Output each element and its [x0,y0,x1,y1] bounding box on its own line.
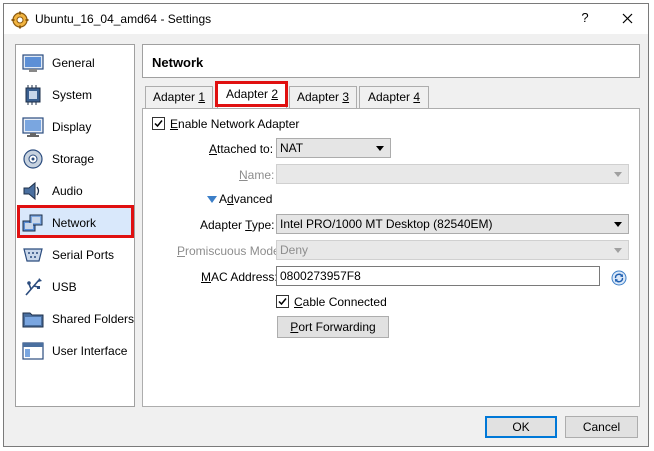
name-label: Name: [239,168,275,182]
user-interface-icon [22,342,44,360]
promiscuous-mode-select[interactable]: Deny [276,240,629,260]
audio-icon [23,181,40,201]
display-icon [22,117,44,137]
adapter-type-label: Adapter Type: [200,218,275,232]
usb-icon [25,278,42,296]
sidebar-item-user-interface[interactable]: User Interface [17,336,133,366]
sidebar-item-system[interactable]: System [17,80,133,110]
settings-dialog: Ubuntu_16_04_amd64 - Settings ? General [3,3,649,447]
virtualbox-settings-icon [11,11,29,29]
name-select[interactable] [276,164,629,184]
sidebar-item-general[interactable]: General [17,48,133,78]
shared-folders-icon [22,312,44,328]
tab-label-accel: 1 [198,90,206,104]
sidebar-item-label: Display [52,120,92,134]
tab-label-accel: 4 [413,90,421,104]
tab-label: Adapter [225,87,272,101]
tab-adapter-1[interactable]: Adapter 1 [145,86,213,108]
enable-adapter-checkbox[interactable] [152,117,165,130]
chevron-down-icon [614,172,622,177]
sidebar-item-usb[interactable]: USB [17,272,133,302]
serial-ports-icon [23,248,43,262]
checkmark-icon [154,120,163,128]
ok-button[interactable]: OK [485,416,557,438]
sidebar-item-label: USB [52,280,77,294]
chevron-down-icon [376,146,384,151]
sidebar-item-label: User Interface [52,344,128,358]
tab-label-accel: 3 [342,90,350,104]
page-title: Network [152,55,204,70]
sidebar-item-shared-folders[interactable]: Shared Folders [17,304,135,334]
sidebar-item-label: Network [52,216,97,230]
promiscuous-mode-value: Deny [280,243,309,257]
port-forwarding-button[interactable]: Port Forwarding [277,316,389,338]
sidebar-item-label: General [52,56,95,70]
advanced-expand-arrow-icon[interactable] [207,196,217,203]
attached-to-select[interactable]: NAT [276,138,391,158]
checkmark-icon [278,298,287,306]
attached-to-value: NAT [280,141,304,155]
refresh-mac-icon[interactable] [611,270,627,286]
tab-label: Adapter [367,90,414,104]
sidebar-item-network[interactable]: Network [17,208,133,238]
cable-connected-label: Cable Connected [294,295,387,309]
general-icon [22,54,44,72]
close-button[interactable] [618,8,638,28]
adapter-type-select[interactable]: Intel PRO/1000 MT Desktop (82540EM) [276,214,629,234]
chevron-down-icon [614,248,622,253]
sidebar-item-audio[interactable]: Audio [17,176,133,206]
adapter-type-value: Intel PRO/1000 MT Desktop (82540EM) [280,217,493,231]
sidebar-item-label: System [52,88,93,102]
sidebar-item-label: Audio [52,184,83,198]
window-title: Ubuntu_16_04_amd64 - Settings [35,12,212,26]
sidebar-item-display[interactable]: Display [17,112,133,142]
sidebar-item-label: Serial Ports [52,248,115,262]
settings-sidebar: General System Display Storage Audio Net… [15,44,135,407]
cancel-button[interactable]: Cancel [565,416,638,438]
enable-adapter-label: Enable Network Adapter [170,117,300,131]
storage-icon [23,149,43,169]
tab-label-accel: 2 [271,87,279,101]
system-icon [25,85,41,105]
network-icon [22,214,43,232]
cable-connected-checkbox[interactable] [276,295,289,308]
attached-to-label: Attached to: [209,142,274,156]
chevron-down-icon [614,222,622,227]
sidebar-item-storage[interactable]: Storage [17,144,133,174]
close-icon [622,13,633,24]
mac-address-label: MAC Address: [201,270,278,284]
tab-adapter-3[interactable]: Adapter 3 [289,86,357,108]
tab-adapter-4[interactable]: Adapter 4 [359,86,429,108]
tab-adapter-2[interactable]: Adapter 2 [217,83,287,108]
title-bar: Ubuntu_16_04_amd64 - Settings ? [4,4,648,34]
sidebar-item-label: Storage [52,152,95,166]
advanced-toggle[interactable]: Advanced [219,192,272,206]
mac-address-value: 0800273957F8 [280,269,361,283]
promiscuous-mode-label: Promiscuous Mode: [177,244,284,258]
page-title-box: Network [142,44,640,78]
mac-address-field[interactable]: 0800273957F8 [276,266,600,286]
sidebar-item-serial-ports[interactable]: Serial Ports [17,240,133,270]
tab-label: Adapter [152,90,199,104]
tab-label: Adapter [296,90,343,104]
sidebar-item-label: Shared Folders [52,312,135,326]
help-button[interactable]: ? [577,10,593,25]
